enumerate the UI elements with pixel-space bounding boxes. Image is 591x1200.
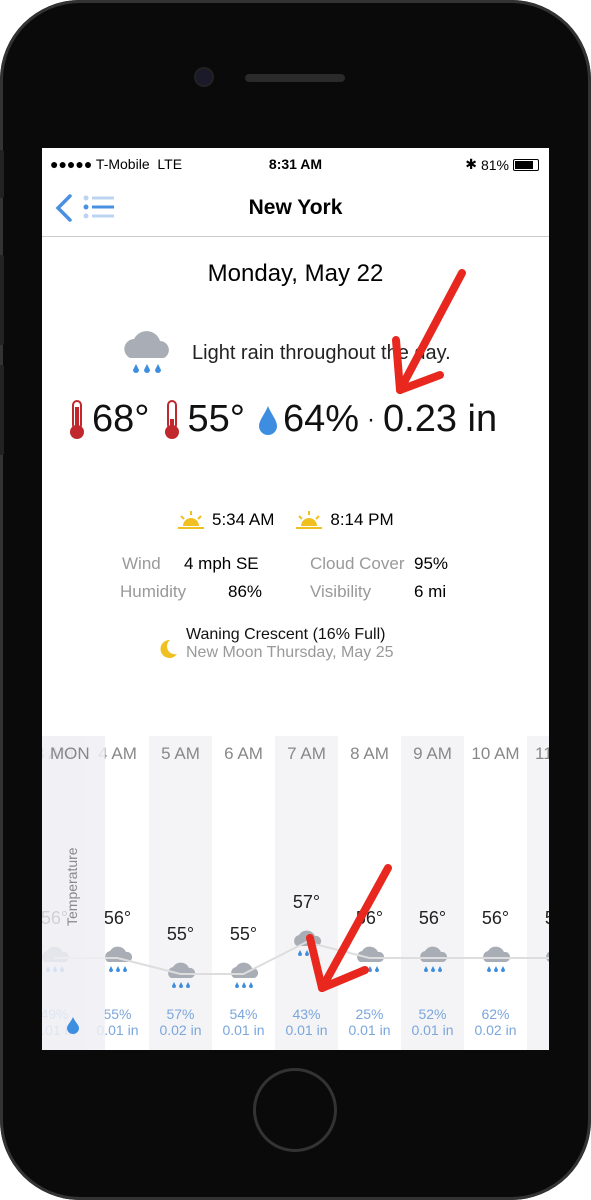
precip-amount: 0.23 in — [383, 398, 498, 440]
volume-down-button — [0, 365, 4, 455]
sunset: 8:14 PM — [296, 510, 394, 530]
sunrise-time: 5:34 AM — [212, 510, 275, 529]
separator: · — [367, 405, 375, 433]
sunrise-icon — [178, 511, 204, 529]
wind-label: Wind — [122, 554, 161, 573]
home-button[interactable] — [253, 1068, 337, 1152]
status-bar: ●●●●● T-Mobile LTE 8:31 AM ✱ 81% — [42, 148, 549, 180]
next-moon: New Moon Thursday, May 25 — [186, 644, 394, 661]
battery-icon — [513, 158, 539, 171]
thermometer-low-icon — [165, 399, 180, 439]
high-temp: 68° — [92, 398, 150, 440]
temperature-curve — [54, 940, 549, 975]
day-stats: 68° 55° 64% · 0.23 in — [66, 398, 497, 441]
mute-switch — [0, 150, 4, 198]
hourly-forecast[interactable]: 3 AM56°49%0.01 in4 AM56°55%0.01 in5 AM55… — [42, 736, 549, 1050]
battery-percent: 81% — [480, 156, 509, 173]
sunrise: 5:34 AM — [178, 510, 274, 530]
humidity-label: Humidity — [120, 582, 187, 601]
moon-info: Waning Crescent (16% Full) New Moon Thur… — [158, 626, 394, 662]
thermometer-high-icon — [70, 399, 84, 439]
nav-bar: New York — [42, 180, 549, 237]
raindrop-icon — [258, 405, 277, 435]
bluetooth-icon: ✱ — [465, 156, 477, 172]
metric-label[interactable]: Temperature — [64, 847, 80, 926]
cloud-cover-label: Cloud Cover — [310, 554, 405, 573]
page-title: New York — [248, 196, 343, 219]
day-label: MON — [50, 744, 90, 763]
front-camera — [196, 69, 212, 85]
precip-probability: 64% — [282, 398, 359, 440]
rain-cloud-icon — [124, 331, 169, 373]
sunset-icon — [296, 511, 323, 529]
day-summary: Light rain throughout the day. — [120, 328, 451, 378]
day-details: Wind 4 mph SE Cloud Cover 95% Humidity 8… — [120, 554, 454, 602]
temperature-line — [54, 940, 549, 975]
earpiece — [245, 74, 345, 82]
phone-frame: ●●●●● T-Mobile LTE 8:31 AM ✱ 81% New Yor… — [0, 0, 591, 1200]
humidity-value: 86% — [228, 582, 263, 601]
cloud-cover-value: 95% — [414, 554, 449, 573]
sunset-time: 8:14 PM — [330, 510, 394, 529]
visibility-label: Visibility — [310, 582, 372, 601]
sun-times: 5:34 AM 8:14 PM — [178, 510, 394, 530]
status-right: ✱ 81% — [465, 156, 539, 173]
screen: ●●●●● T-Mobile LTE 8:31 AM ✱ 81% New Yor… — [42, 148, 549, 1050]
low-temp: 55° — [187, 398, 245, 440]
hourly-legend: MON Temperature — [42, 736, 105, 1050]
moon-phase: Waning Crescent (16% Full) — [186, 626, 386, 643]
volume-up-button — [0, 255, 4, 345]
raindrop-icon — [67, 1017, 79, 1034]
summary-text: Light rain throughout the day. — [192, 341, 451, 364]
wind-value: 4 mph SE — [184, 554, 259, 573]
day-date: Monday, May 22 — [207, 260, 384, 287]
visibility-value: 6 mi — [414, 582, 447, 601]
moon-icon — [160, 639, 177, 658]
